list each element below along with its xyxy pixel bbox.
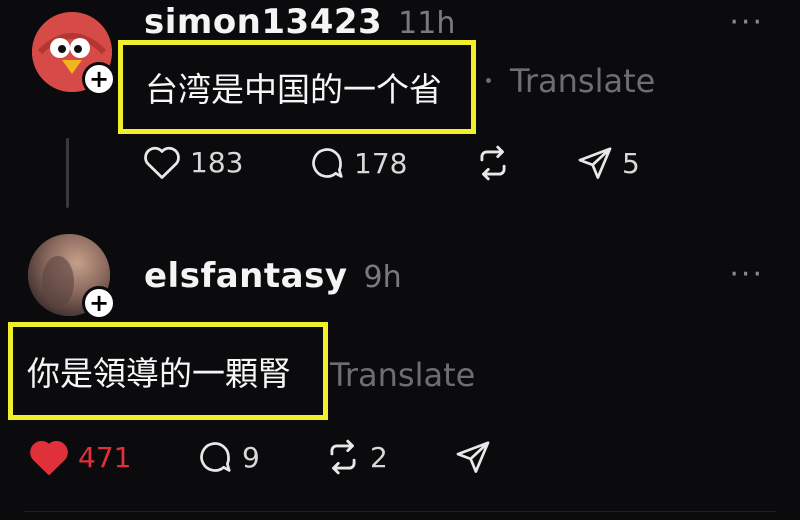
divider [24,511,776,512]
send-icon [456,441,490,473]
highlight-box: 你是領導的一顆腎 [8,322,328,420]
share-count: 5 [622,146,640,180]
comment-icon [312,148,343,178]
more-options-icon[interactable]: ··· [729,260,764,290]
more-options-icon[interactable]: ··· [729,8,764,38]
comment-count: 178 [354,146,408,180]
follow-plus-icon[interactable]: + [82,286,116,320]
timestamp: 11h [398,6,456,41]
share-button[interactable]: 5 [576,144,640,182]
heart-icon [144,146,180,179]
username[interactable]: simon13423 [144,2,382,42]
action-bar: 471 9 2 [0,432,800,482]
highlight-box: 台湾是中国的一个省 [118,40,476,134]
comment-button[interactable]: 9 [196,438,260,476]
heart-filled-icon [30,441,68,475]
thread-post: + simon13423 11h ··· 台湾是中国的一个省 Translate… [0,0,800,212]
repost-button[interactable]: 2 [324,438,388,476]
post-header: simon13423 11h [144,2,455,42]
share-button[interactable] [454,438,492,476]
comment-count: 9 [242,440,260,474]
like-button[interactable]: 471 [28,438,131,476]
repost-icon [480,145,506,181]
post-text: 台湾是中国的一个省 [145,70,442,109]
repost-count: 2 [370,440,388,474]
comment-icon [200,442,231,472]
timestamp: 9h [363,260,402,295]
send-icon [578,147,612,179]
follow-plus-icon[interactable]: + [82,62,116,96]
separator-dot [486,78,491,83]
like-button[interactable]: 183 [142,144,243,180]
thread-post: + elsfantasy 9h ··· 你是領導的一顆腎 Translate 4… [0,222,800,512]
translate-link[interactable]: Translate [330,356,475,394]
like-count: 183 [190,145,244,179]
translate-link[interactable]: Translate [510,62,655,100]
post-text: 你是領導的一顆腎 [27,354,291,393]
username[interactable]: elsfantasy [144,256,348,296]
comment-button[interactable]: 178 [308,144,407,182]
repost-icon [330,439,356,475]
action-bar: 183 178 5 [0,138,800,188]
like-count: 471 [78,440,132,474]
post-header: elsfantasy 9h [144,256,402,296]
repost-button[interactable] [474,144,512,182]
